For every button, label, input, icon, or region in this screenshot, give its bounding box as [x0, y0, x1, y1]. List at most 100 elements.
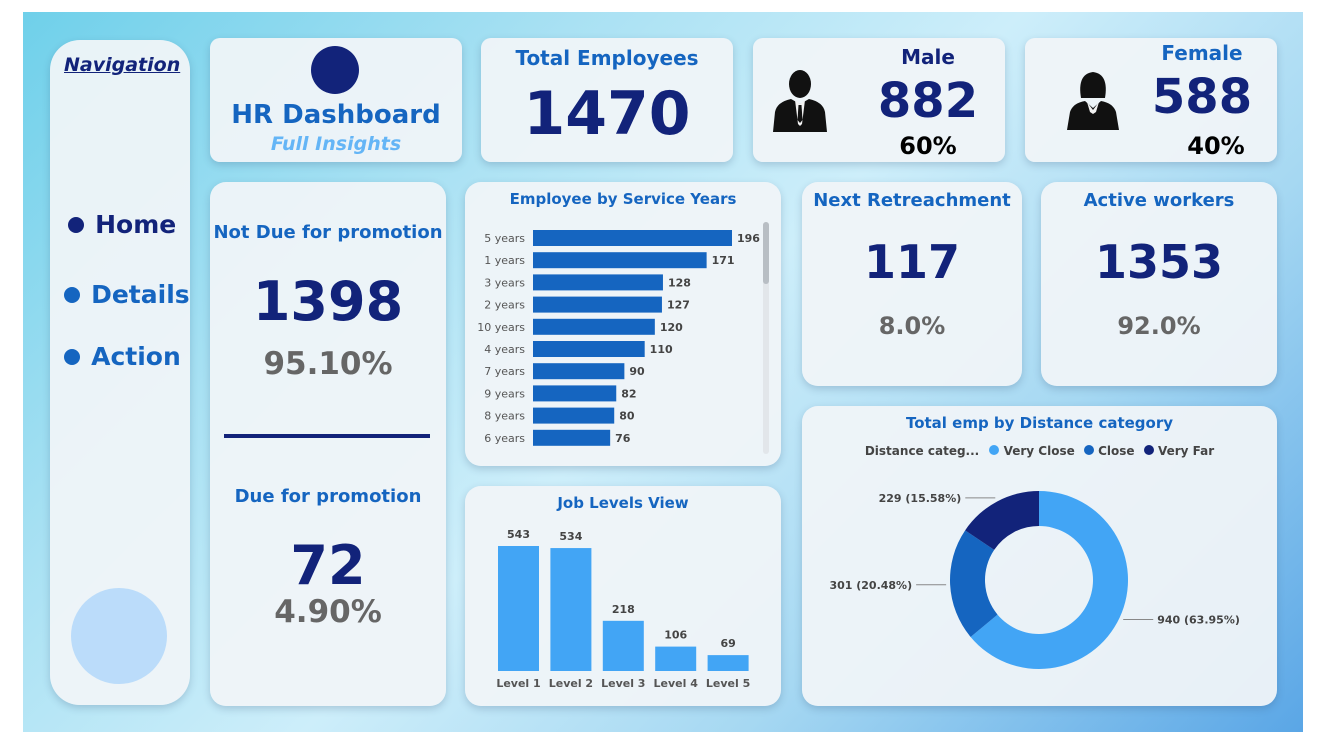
service-bar[interactable]	[533, 429, 611, 446]
service-bar[interactable]	[533, 363, 625, 380]
service-data-label: 128	[668, 276, 691, 289]
job-levels-chart: 543 Level 1 534 Level 2 218 Level 3 106 Level 4…	[496, 528, 750, 690]
donut-data-label: 229 (15.58%)	[879, 492, 962, 505]
navigation-title: Navigation	[64, 54, 181, 76]
service-tick-label: 2 years	[484, 299, 525, 312]
job-levels-card: Job Levels View 543 Level 1 534 Level 2 218 L…	[465, 486, 781, 706]
service-bar[interactable]	[533, 274, 663, 291]
due-value: 72	[290, 534, 366, 597]
service-data-label: 76	[615, 432, 631, 445]
nav-bullet-icon	[68, 216, 84, 233]
not-due-percent: 95.10%	[263, 346, 393, 382]
job-level-tick-label: Level 5	[706, 677, 750, 690]
donut-data-label: 940 (63.95%)	[1157, 613, 1240, 626]
service-years-title: Employee by Service Years	[509, 190, 737, 208]
job-level-tick-label: Level 2	[549, 677, 593, 690]
total-employees-card: Total Employees 1470	[481, 38, 733, 162]
job-level-data-label: 534	[559, 530, 582, 543]
nav-item-label: Details	[91, 280, 190, 309]
male-person-icon	[773, 70, 827, 132]
service-bar[interactable]	[533, 407, 615, 424]
job-level-data-label: 106	[664, 629, 687, 642]
service-tick-label: 7 years	[484, 365, 525, 378]
dashboard-title: HR Dashboard	[231, 100, 441, 130]
service-bar[interactable]	[533, 252, 707, 269]
not-due-value: 1398	[252, 270, 404, 333]
due-percent: 4.90%	[274, 594, 382, 630]
dashboard-canvas: Navigation Home Details Action HR Dashbo…	[23, 12, 1303, 732]
service-tick-label: 9 years	[484, 387, 525, 400]
nav-bullet-icon	[64, 348, 80, 365]
job-level-bar[interactable]	[498, 546, 539, 671]
active-workers-percent: 92.0%	[1117, 312, 1201, 340]
service-years-card: Employee by Service Years 5 years 196 1 ye…	[465, 182, 781, 466]
service-data-label: 90	[629, 365, 645, 378]
service-bar[interactable]	[533, 341, 645, 357]
service-data-label: 82	[621, 387, 636, 400]
service-tick-label: 8 years	[484, 410, 525, 423]
service-tick-label: 3 years	[484, 276, 525, 289]
donut-data-label: 301 (20.48%)	[829, 579, 912, 592]
nav-item-home[interactable]: Home	[68, 210, 176, 239]
male-value: 882	[877, 73, 979, 129]
next-retreachment-label: Next Retreachment	[813, 190, 1011, 211]
chart-scrollbar-thumb[interactable]	[763, 222, 769, 284]
active-workers-value: 1353	[1094, 235, 1224, 289]
job-level-bar[interactable]	[655, 646, 697, 671]
male-percent: 60%	[899, 132, 957, 160]
dashboard-subtitle: Full Insights	[270, 133, 402, 155]
promotion-card: Not Due for promotion 1398 95.10% Due fo…	[210, 182, 446, 706]
logo-circle-icon	[311, 46, 359, 94]
next-retreachment-percent: 8.0%	[878, 312, 946, 340]
nav-item-label: Action	[91, 342, 181, 371]
service-tick-label: 1 years	[484, 254, 525, 267]
female-person-icon	[1067, 72, 1119, 130]
service-data-label: 80	[619, 410, 635, 423]
service-bar[interactable]	[533, 385, 617, 402]
job-level-bar[interactable]	[707, 655, 749, 671]
distance-donut-chart: 940 (63.95%) 301 (20.48%) 229 (15.58%)	[829, 491, 1240, 669]
service-data-label: 171	[712, 254, 735, 267]
male-card: Male 882 60%	[753, 38, 1005, 162]
service-tick-label: 5 years	[484, 232, 525, 245]
female-value: 588	[1151, 69, 1253, 125]
next-retreachment-card: Next Retreachment 117 8.0%	[802, 182, 1022, 386]
nav-item-details[interactable]: Details	[64, 280, 190, 309]
total-employees-label: Total Employees	[515, 46, 699, 70]
not-due-label: Not Due for promotion	[213, 222, 443, 243]
service-data-label: 127	[667, 299, 690, 312]
service-tick-label: 10 years	[477, 321, 525, 334]
service-bar[interactable]	[533, 318, 655, 335]
female-card: Female 588 40%	[1025, 38, 1277, 162]
header-card: HR Dashboard Full Insights	[210, 38, 462, 162]
male-label: Male	[901, 45, 955, 69]
service-data-label: 120	[660, 321, 683, 334]
service-bar[interactable]	[533, 230, 732, 246]
job-level-bar[interactable]	[602, 620, 644, 671]
job-level-tick-label: Level 3	[601, 677, 645, 690]
navigation-panel: Navigation Home Details Action	[50, 40, 190, 705]
job-level-tick-label: Level 1	[496, 677, 540, 690]
job-level-data-label: 543	[507, 528, 530, 541]
due-label: Due for promotion	[234, 486, 422, 507]
service-tick-label: 4 years	[484, 343, 525, 356]
job-level-bar[interactable]	[550, 548, 592, 671]
divider	[224, 434, 430, 438]
distance-card: Total emp by Distance category Distance …	[802, 406, 1277, 706]
decorative-circle	[71, 588, 167, 684]
service-data-label: 196	[737, 232, 760, 245]
total-employees-value: 1470	[523, 79, 691, 149]
nav-item-action[interactable]: Action	[64, 342, 181, 371]
job-level-data-label: 69	[720, 637, 735, 650]
job-level-tick-label: Level 4	[654, 677, 699, 690]
active-workers-label: Active workers	[1083, 190, 1235, 211]
service-bar[interactable]	[533, 296, 662, 313]
service-data-label: 110	[650, 343, 673, 356]
female-percent: 40%	[1187, 132, 1245, 160]
service-tick-label: 6 years	[484, 432, 525, 445]
nav-bullet-icon	[64, 286, 80, 303]
next-retreachment-value: 117	[863, 235, 961, 289]
job-level-data-label: 218	[612, 603, 635, 616]
nav-item-label: Home	[95, 210, 177, 239]
female-label: Female	[1161, 41, 1243, 65]
